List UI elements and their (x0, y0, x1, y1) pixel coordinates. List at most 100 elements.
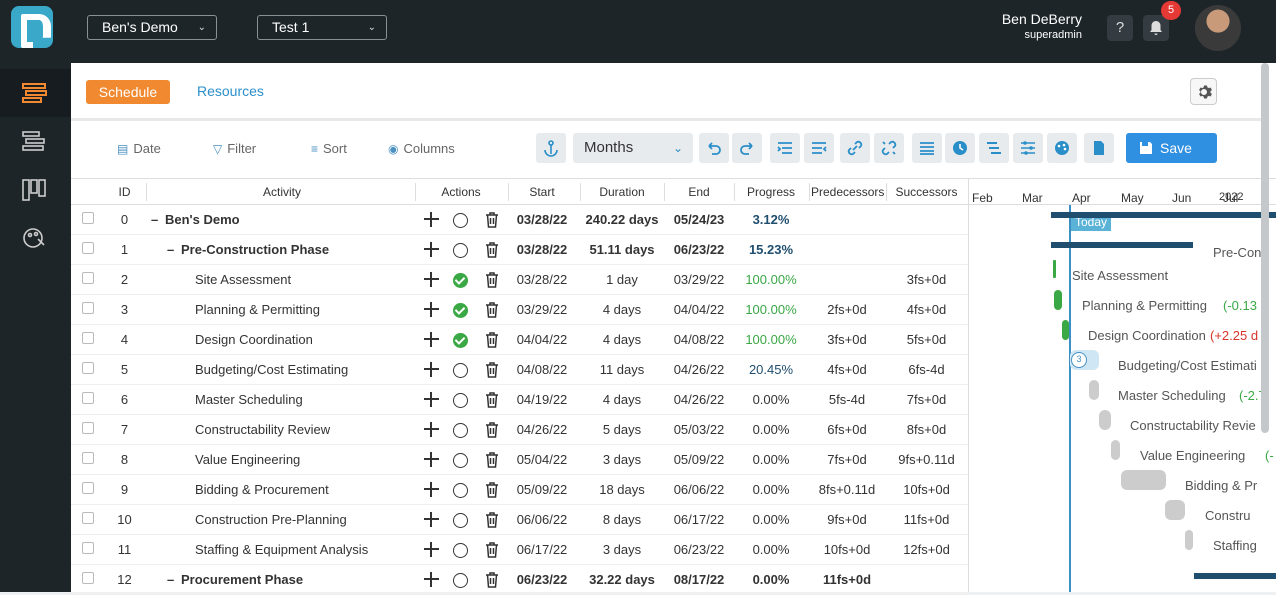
add-icon[interactable] (424, 452, 439, 467)
trash-icon[interactable] (485, 542, 499, 561)
row-activity[interactable]: Constructability Review (195, 422, 330, 437)
trash-icon[interactable] (485, 302, 499, 321)
gantt-task-bar[interactable] (1185, 530, 1193, 550)
table-row[interactable]: 10 Construction Pre-Planning 06/06/22 8 day… (71, 505, 968, 535)
row-activity[interactable]: Pre-Construction Phase (181, 242, 329, 257)
timescale-select[interactable]: Months ⌄ (573, 133, 693, 163)
gantt-task-bar[interactable] (1121, 470, 1166, 490)
gantt-comment-badge[interactable]: 3 (1071, 352, 1087, 368)
row-checkbox[interactable] (82, 512, 94, 524)
redo-button[interactable] (732, 133, 762, 163)
table-row[interactable]: 4 Design Coordination 04/04/22 4 days 04/08/… (71, 325, 968, 355)
add-icon[interactable] (424, 272, 439, 287)
unlink-button[interactable] (874, 133, 904, 163)
sort-button[interactable]: ≡ Sort (311, 141, 347, 156)
sidebar-item-tasks[interactable] (0, 117, 71, 165)
trash-icon[interactable] (485, 392, 499, 411)
row-activity[interactable]: Bidding & Procurement (195, 482, 329, 497)
row-checkbox[interactable] (82, 272, 94, 284)
circle-icon[interactable] (453, 243, 468, 258)
collapse-toggle[interactable]: – (167, 242, 174, 257)
col-progress[interactable]: Progress (735, 185, 807, 199)
row-activity[interactable]: Staffing & Equipment Analysis (195, 542, 368, 557)
check-circle-icon[interactable] (453, 273, 468, 288)
add-icon[interactable] (424, 392, 439, 407)
add-icon[interactable] (424, 512, 439, 527)
check-circle-icon[interactable] (453, 333, 468, 348)
help-button[interactable]: ? (1107, 15, 1133, 41)
row-activity[interactable]: Planning & Permitting (195, 302, 320, 317)
col-start[interactable]: Start (512, 185, 572, 199)
clock-button[interactable] (945, 133, 975, 163)
circle-icon[interactable] (453, 513, 468, 528)
row-checkbox[interactable] (82, 392, 94, 404)
app-logo-icon[interactable] (11, 6, 53, 48)
sidebar-item-schedule[interactable] (0, 69, 71, 117)
indent-button[interactable] (770, 133, 800, 163)
gantt-task-bar[interactable] (1099, 410, 1111, 430)
table-row[interactable]: 8 Value Engineering 05/04/22 3 days 05/09/22… (71, 445, 968, 475)
trash-icon[interactable] (485, 242, 499, 261)
trash-icon[interactable] (485, 332, 499, 351)
filter-button[interactable]: ▽ Filter (213, 141, 256, 156)
col-end[interactable]: End (669, 185, 729, 199)
col-id[interactable]: ID (111, 185, 138, 199)
settings-button[interactable] (1190, 78, 1217, 105)
col-predecessors[interactable]: Predecessors (811, 185, 884, 199)
add-icon[interactable] (424, 242, 439, 257)
collapse-toggle[interactable]: – (167, 572, 174, 587)
row-checkbox[interactable] (82, 482, 94, 494)
circle-icon[interactable] (453, 213, 468, 228)
row-checkbox[interactable] (82, 572, 94, 584)
circle-icon[interactable] (453, 423, 468, 438)
trash-icon[interactable] (485, 422, 499, 441)
add-icon[interactable] (424, 302, 439, 317)
circle-icon[interactable] (453, 573, 468, 588)
gantt-task-bar[interactable] (1053, 260, 1056, 278)
row-activity[interactable]: Construction Pre-Planning (195, 512, 347, 527)
add-icon[interactable] (424, 362, 439, 377)
row-checkbox[interactable] (82, 452, 94, 464)
table-row[interactable]: 12 – Procurement Phase 06/23/22 32.22 days 08… (71, 565, 968, 595)
gantt-summary-bar[interactable] (1051, 212, 1276, 218)
table-row[interactable]: 1 – Pre-Construction Phase 03/28/22 51.11 da… (71, 235, 968, 265)
sidebar-item-board[interactable] (0, 165, 71, 213)
gantt-task-bar[interactable] (1054, 290, 1062, 310)
gantt-task-bar[interactable] (1089, 380, 1099, 400)
col-activity[interactable]: Activity (151, 185, 413, 199)
col-successors[interactable]: Successors (889, 185, 964, 199)
table-row[interactable]: 5 Budgeting/Cost Estimating 04/08/22 11 day… (71, 355, 968, 385)
gantt-task-bar[interactable] (1165, 500, 1185, 520)
colors-button[interactable] (1047, 133, 1077, 163)
row-checkbox[interactable] (82, 302, 94, 314)
avatar[interactable] (1195, 5, 1241, 51)
row-checkbox[interactable] (82, 542, 94, 554)
trash-icon[interactable] (485, 482, 499, 501)
link-button[interactable] (840, 133, 870, 163)
add-icon[interactable] (424, 572, 439, 587)
date-button[interactable]: ▤ Date (117, 141, 161, 156)
gantt-summary-bar[interactable] (1051, 242, 1193, 248)
rows-button[interactable] (912, 133, 942, 163)
col-duration[interactable]: Duration (582, 185, 662, 199)
table-row[interactable]: 6 Master Scheduling 04/19/22 4 days 04/26/22… (71, 385, 968, 415)
add-icon[interactable] (424, 332, 439, 347)
trash-icon[interactable] (485, 572, 499, 591)
row-checkbox[interactable] (82, 422, 94, 434)
gantt-summary-bar[interactable] (1194, 573, 1276, 579)
gantt-task-bar[interactable] (1111, 440, 1120, 460)
tab-schedule[interactable]: Schedule (86, 80, 170, 104)
trash-icon[interactable] (485, 452, 499, 471)
table-row[interactable]: 9 Bidding & Procurement 05/09/22 18 days 06/… (71, 475, 968, 505)
export-button[interactable] (1084, 133, 1114, 163)
undo-button[interactable] (699, 133, 729, 163)
circle-icon[interactable] (453, 393, 468, 408)
critical-path-button[interactable] (979, 133, 1009, 163)
save-button[interactable]: Save (1126, 133, 1217, 163)
add-icon[interactable] (424, 542, 439, 557)
circle-icon[interactable] (453, 363, 468, 378)
project-dropdown[interactable]: Ben's Demo ⌄ (87, 15, 217, 40)
schedule-dropdown[interactable]: Test 1 ⌄ (257, 15, 387, 40)
row-checkbox[interactable] (82, 332, 94, 344)
add-icon[interactable] (424, 482, 439, 497)
